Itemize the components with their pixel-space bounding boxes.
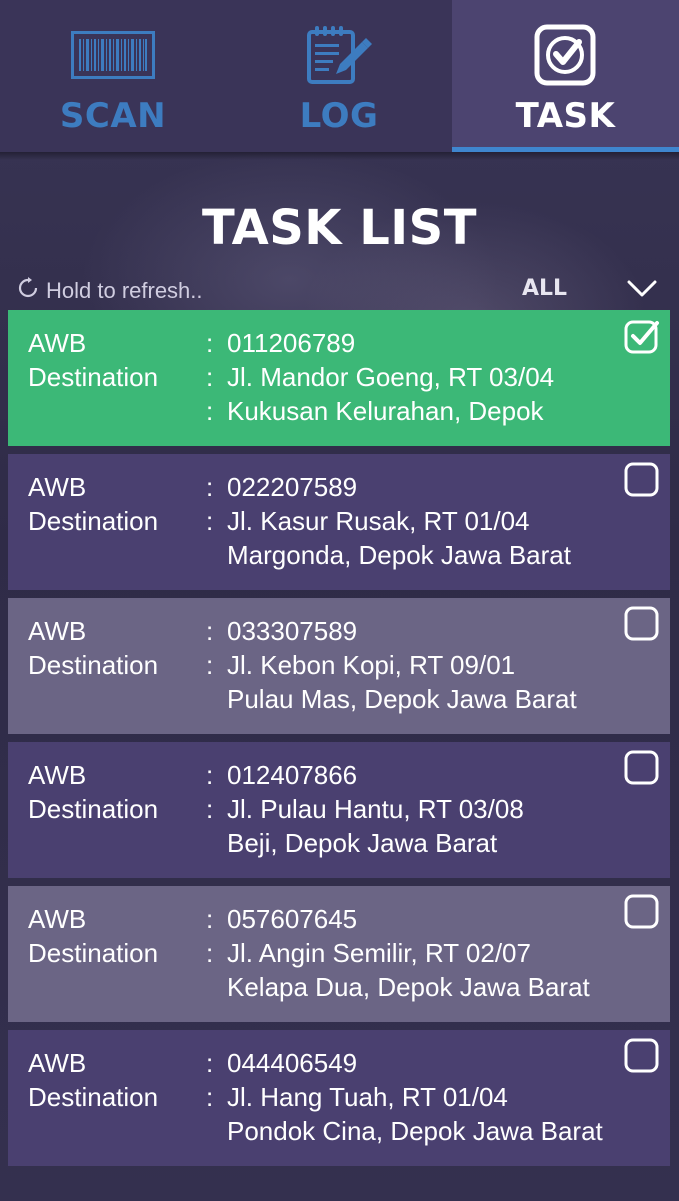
destination-line2: Beji, Depok Jawa Barat	[227, 828, 498, 858]
awb-label: AWB	[28, 904, 87, 934]
awb-label: AWB	[28, 472, 87, 502]
refresh-label: Hold to refresh..	[46, 278, 203, 303]
page-title: TASK LIST	[202, 200, 477, 256]
destination-line2: Kelapa Dua, Depok Jawa Barat	[227, 972, 590, 1002]
separator: :	[206, 362, 214, 392]
destination-line1: Jl. Kebon Kopi, RT 09/01	[227, 650, 516, 680]
separator: :	[206, 1048, 214, 1078]
awb-value: 022207589	[227, 472, 358, 502]
destination-label: Destination	[28, 506, 159, 536]
awb-label: AWB	[28, 760, 87, 790]
awb-label: AWB	[28, 328, 87, 358]
checkbox-icon[interactable]	[624, 894, 659, 929]
barcode-icon	[71, 24, 155, 86]
destination-line2: Kukusan Kelurahan, Depok	[227, 396, 544, 426]
destination-label: Destination	[28, 1082, 159, 1112]
destination-line1: Jl. Hang Tuah, RT 01/04	[227, 1082, 508, 1112]
separator: :	[206, 650, 214, 680]
tab-log[interactable]: LOG	[226, 0, 452, 152]
separator: :	[206, 1082, 214, 1112]
awb-value: 044406549	[227, 1048, 358, 1078]
tab-bar: SCAN LOG TASK	[0, 0, 679, 152]
awb-value: 011206789	[227, 328, 356, 358]
destination-line1: Jl. Angin Semilir, RT 02/07	[227, 938, 531, 968]
tab-task[interactable]: TASK	[452, 0, 679, 152]
destination-line1: Jl. Mandor Goeng, RT 03/04	[227, 362, 555, 392]
task-card[interactable]: AWBDestination::033307589Jl. Kebon Kopi,…	[8, 598, 670, 734]
destination-line1: Jl. Pulau Hantu, RT 03/08	[227, 794, 524, 824]
separator: :	[206, 472, 214, 502]
checkbox-icon	[534, 24, 598, 86]
filter-dropdown[interactable]: ALL	[522, 276, 672, 306]
checkbox-icon[interactable]	[624, 1038, 659, 1073]
separator: :	[206, 794, 214, 824]
separator: :	[206, 506, 214, 536]
destination-line1: Jl. Kasur Rusak, RT 01/04	[227, 506, 530, 536]
tab-label: SCAN	[59, 96, 167, 136]
destination-label: Destination	[28, 362, 159, 392]
awb-label: AWB	[28, 616, 87, 646]
checkbox-icon[interactable]	[624, 462, 659, 497]
task-card[interactable]: AWBDestination::022207589Jl. Kasur Rusak…	[8, 454, 670, 590]
awb-value: 012407866	[227, 760, 358, 790]
separator: :	[206, 760, 214, 790]
notepad-pencil-icon	[306, 24, 372, 86]
checkbox-icon[interactable]	[624, 750, 659, 785]
tab-scan[interactable]: SCAN	[0, 0, 226, 152]
separator: :	[206, 616, 214, 646]
refresh-hint[interactable]: Hold to refresh..	[16, 276, 203, 306]
checkbox-icon[interactable]	[624, 606, 659, 641]
tab-label: TASK	[515, 96, 616, 136]
separator: :	[206, 938, 214, 968]
refresh-icon	[16, 276, 40, 306]
chevron-down-icon	[626, 278, 658, 305]
destination-line2: Pulau Mas, Depok Jawa Barat	[227, 684, 577, 714]
awb-value: 057607645	[227, 904, 358, 934]
filter-value: ALL	[522, 276, 568, 301]
separator: :	[206, 904, 214, 934]
task-card[interactable]: AWBDestination::044406549Jl. Hang Tuah, …	[8, 1030, 670, 1166]
tab-bar-shadow	[0, 152, 679, 160]
destination-label: Destination	[28, 794, 159, 824]
destination-label: Destination	[28, 650, 159, 680]
awb-label: AWB	[28, 1048, 87, 1078]
tab-label: LOG	[299, 96, 379, 136]
destination-line2: Pondok Cina, Depok Jawa Barat	[227, 1116, 603, 1146]
awb-value: 033307589	[227, 616, 358, 646]
task-card[interactable]: AWB Destination:::011206789 Jl. Mandor Goe…	[8, 310, 670, 446]
separator: :	[206, 396, 214, 426]
destination-label: Destination	[28, 938, 159, 968]
task-card[interactable]: AWBDestination::057607645Jl. Angin Semil…	[8, 886, 670, 1022]
task-list: AWB Destination:::011206789 Jl. Mandor Goe…	[8, 310, 670, 1174]
destination-line2: Margonda, Depok Jawa Barat	[227, 540, 571, 570]
separator: :	[206, 328, 214, 358]
task-card[interactable]: AWBDestination::012407866Jl. Pulau Hantu…	[8, 742, 670, 878]
checked-checkbox-icon[interactable]	[624, 318, 659, 354]
